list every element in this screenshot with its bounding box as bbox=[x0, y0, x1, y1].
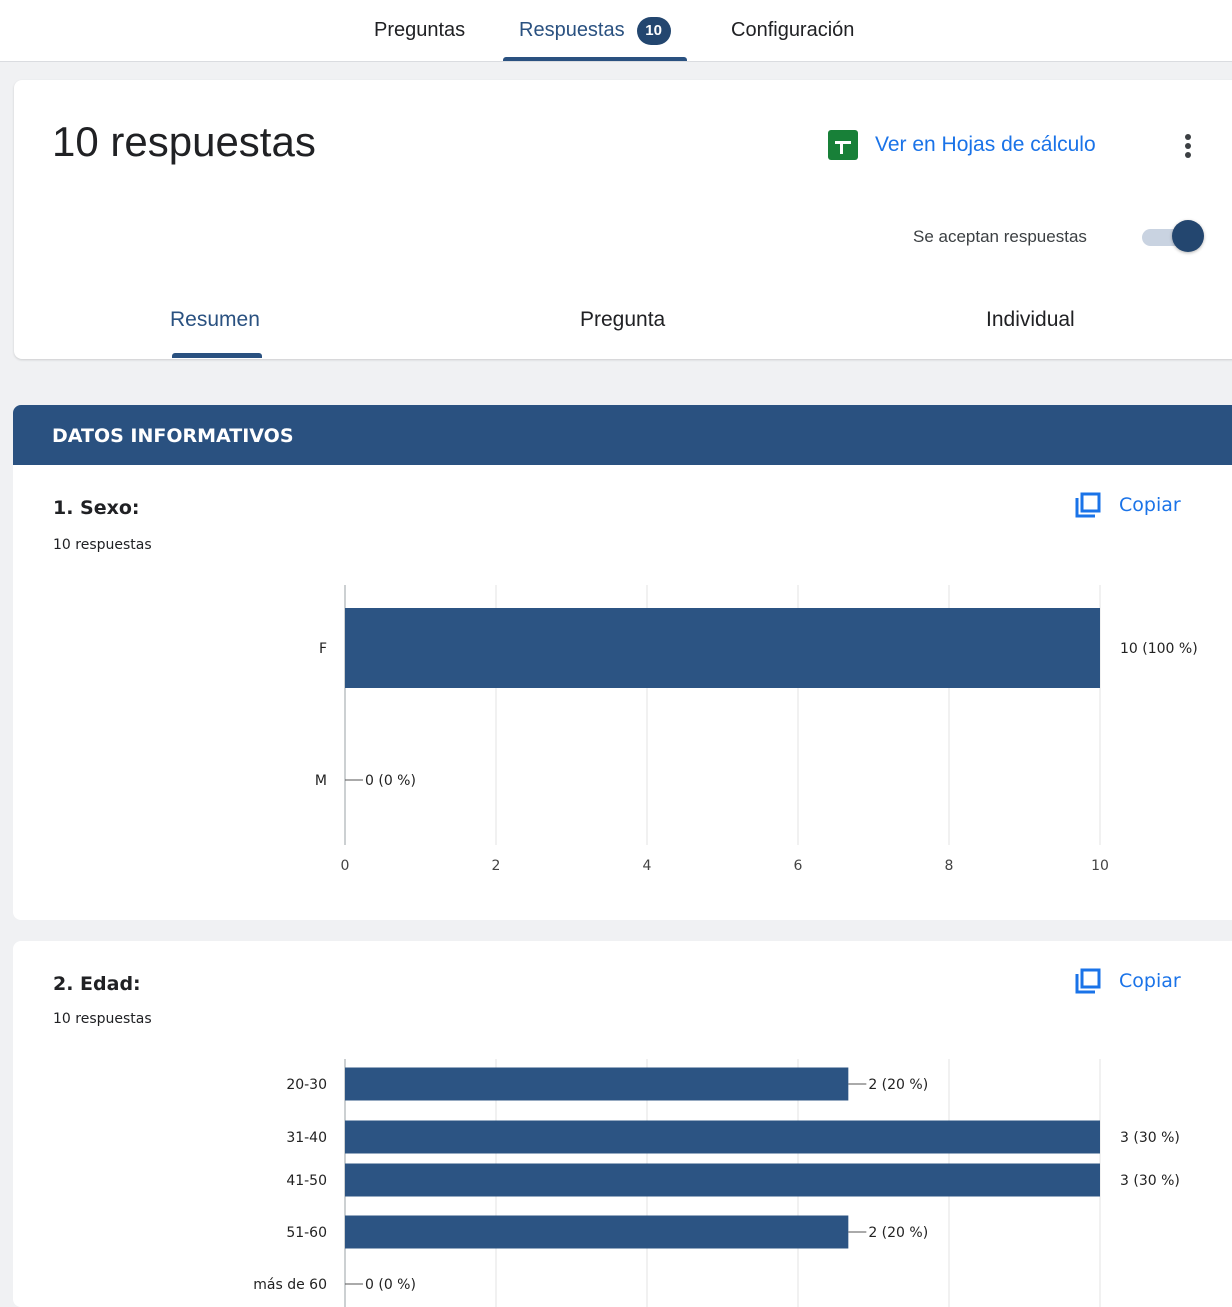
tab-configuracion[interactable]: Configuración bbox=[731, 0, 854, 61]
category-label: 41-50 bbox=[286, 1173, 327, 1189]
data-label: 10 (100 %) bbox=[1120, 641, 1198, 657]
bar-chart-edad: 20-30 2 (20 %) 31-40 3 (30 %) 41-50 3 (30 %) 5… bbox=[253, 1059, 1180, 1307]
bar bbox=[345, 1067, 849, 1101]
view-in-sheets-label: Ver en Hojas de cálculo bbox=[875, 133, 1096, 156]
category-label: 20-30 bbox=[286, 1077, 327, 1093]
x-tick-label: 0 bbox=[341, 858, 350, 874]
question-card-edad: 2. Edad: 10 respuestas Copiar 20-30 2 (20… bbox=[13, 941, 1232, 1307]
sheets-icon bbox=[828, 130, 858, 160]
data-label: 3 (30 %) bbox=[1120, 1130, 1180, 1146]
data-label: 2 (20 %) bbox=[868, 1077, 928, 1093]
category-label: 31-40 bbox=[286, 1130, 327, 1146]
responses-summary-card: 10 respuestas Ver en Hojas de cálculo Se… bbox=[14, 80, 1232, 359]
bar bbox=[345, 1163, 1100, 1197]
more-vert-icon[interactable] bbox=[1178, 130, 1198, 162]
data-label: 0 (0 %) bbox=[365, 773, 416, 789]
subtab-individual[interactable]: Individual bbox=[986, 308, 1075, 332]
x-tick-label: 10 bbox=[1091, 858, 1109, 874]
subtab-pregunta[interactable]: Pregunta bbox=[580, 308, 665, 332]
bar bbox=[345, 1120, 1100, 1154]
x-tick-label: 4 bbox=[643, 858, 652, 874]
x-tick-label: 6 bbox=[794, 858, 803, 874]
view-in-sheets-button[interactable]: Ver en Hojas de cálculo bbox=[828, 130, 1096, 160]
category-label: más de 60 bbox=[253, 1277, 327, 1293]
subtab-resumen[interactable]: Resumen bbox=[170, 308, 260, 332]
bar bbox=[345, 1215, 849, 1249]
data-label: 0 (0 %) bbox=[365, 1277, 416, 1293]
top-navigation: Preguntas Respuestas 10 Configuración bbox=[0, 0, 1232, 62]
tab-respuestas[interactable]: Respuestas 10 bbox=[503, 0, 687, 61]
section-title: DATOS INFORMATIVOS bbox=[52, 425, 294, 447]
category-label: F bbox=[319, 641, 327, 657]
question-card-sexo: 1. Sexo: 10 respuestas Copiar F 10 (100 %… bbox=[13, 465, 1232, 920]
accepting-responses-label: Se aceptan respuestas bbox=[913, 227, 1087, 246]
x-tick-label: 8 bbox=[945, 858, 954, 874]
page-title: 10 respuestas bbox=[52, 118, 316, 165]
category-label: 51-60 bbox=[286, 1225, 327, 1241]
bar-chart-sexo: F 10 (100 %) M 0 (0 %) 0 2 4 6 8 10 bbox=[315, 585, 1198, 874]
x-tick-label: 2 bbox=[492, 858, 501, 874]
tab-respuestas-label: Respuestas bbox=[519, 19, 625, 41]
responses-count-badge: 10 bbox=[636, 16, 671, 45]
data-label: 2 (20 %) bbox=[868, 1225, 928, 1241]
toggle-knob bbox=[1172, 220, 1204, 252]
data-label: 3 (30 %) bbox=[1120, 1173, 1180, 1189]
section-header: DATOS INFORMATIVOS bbox=[13, 405, 1232, 465]
tab-preguntas-label: Preguntas bbox=[374, 19, 466, 41]
tab-configuracion-label: Configuración bbox=[731, 19, 855, 41]
tab-preguntas[interactable]: Preguntas bbox=[374, 0, 465, 61]
bar bbox=[345, 608, 1100, 688]
category-label: M bbox=[315, 773, 327, 789]
subtab-active-indicator bbox=[172, 353, 262, 358]
accepting-responses-toggle[interactable] bbox=[1142, 220, 1206, 254]
